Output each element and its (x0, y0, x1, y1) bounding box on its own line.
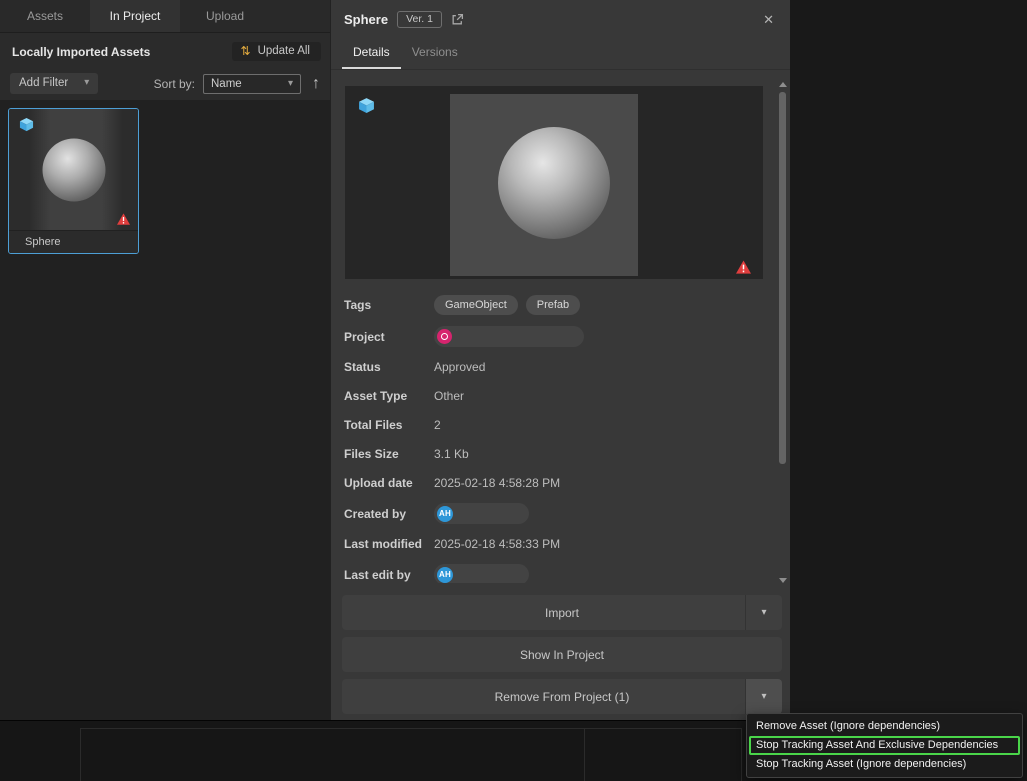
open-external-icon[interactable] (451, 13, 464, 26)
app-window: Assets In Project Upload Locally Importe… (0, 0, 1027, 781)
field-value: 2025-02-18 4:58:33 PM (434, 537, 560, 551)
project-pill (434, 326, 584, 347)
field-label: Upload date (344, 476, 434, 490)
details-scroll-area: Tags GameObject Prefab Project Status Ap… (342, 80, 766, 583)
section-title: Locally Imported Assets (12, 45, 150, 59)
field-status: Status Approved (344, 358, 764, 375)
tab-assets[interactable]: Assets (0, 0, 90, 32)
field-value: 2025-02-18 4:58:28 PM (434, 476, 560, 490)
field-value: 2 (434, 418, 441, 432)
user-pill: AH (434, 503, 529, 524)
field-label: Last modified (344, 537, 434, 551)
details-tab-bar: Details Versions (331, 37, 790, 70)
left-tab-bar: Assets In Project Upload (0, 0, 330, 33)
scrollbar[interactable] (778, 80, 788, 585)
prefab-cube-icon (19, 117, 34, 132)
asset-title: Sphere (344, 12, 388, 27)
field-last-edit-by: Last edit by AH (344, 564, 764, 583)
field-label: Asset Type (344, 389, 434, 403)
remove-from-project-button[interactable]: Remove From Project (1) ▾ (342, 679, 782, 714)
remove-from-project-label: Remove From Project (1) (495, 690, 630, 704)
background-table-outline (585, 728, 742, 781)
field-tags: Tags GameObject Prefab (344, 295, 764, 315)
field-value: 3.1 Kb (434, 447, 469, 461)
scrollbar-down-icon[interactable] (779, 578, 787, 583)
field-label: Tags (344, 298, 434, 312)
field-asset-type: Asset Type Other (344, 387, 764, 404)
field-created-by: Created by AH (344, 503, 764, 524)
tab-in-project[interactable]: In Project (90, 0, 180, 32)
field-value: Other (434, 389, 464, 403)
refresh-icon: ⇅ (241, 45, 251, 57)
avatar: AH (437, 506, 453, 522)
prefab-cube-icon (358, 97, 375, 114)
scrollbar-thumb[interactable] (779, 92, 786, 464)
remove-dropdown-caret[interactable]: ▾ (745, 679, 782, 714)
asset-preview (345, 86, 763, 279)
tag-pill: GameObject (434, 295, 518, 315)
asset-manager-left-panel: Assets In Project Upload Locally Importe… (0, 0, 330, 720)
field-total-files: Total Files 2 (344, 416, 764, 433)
asset-thumbnail (9, 109, 138, 230)
sort-field-value: Name (211, 78, 242, 90)
close-icon[interactable]: ✕ (763, 12, 774, 28)
avatar: AH (437, 567, 453, 583)
section-header: Locally Imported Assets ⇅ Update All (0, 33, 330, 66)
field-label: Files Size (344, 447, 434, 461)
field-label: Last edit by (344, 568, 434, 582)
sort-field-dropdown[interactable]: Name ▾ (203, 74, 301, 94)
add-filter-label: Add Filter (19, 77, 68, 89)
warning-icon (117, 213, 130, 225)
scrollbar-up-icon[interactable] (779, 82, 787, 87)
tab-details[interactable]: Details (342, 37, 401, 69)
asset-card-title: Sphere (9, 230, 138, 253)
import-button[interactable]: Import ▾ (342, 595, 782, 630)
field-last-modified: Last modified 2025-02-18 4:58:33 PM (344, 535, 764, 552)
field-label: Status (344, 360, 434, 374)
background-table-outline (80, 728, 585, 781)
menu-item-stop-tracking-exclusive[interactable]: Stop Tracking Asset And Exclusive Depend… (749, 736, 1020, 755)
warning-icon (736, 260, 751, 274)
sort-direction-button[interactable]: ↑ (312, 76, 320, 92)
field-label: Created by (344, 507, 434, 521)
show-in-project-button[interactable]: Show In Project (342, 637, 782, 672)
sphere-preview-small (42, 138, 105, 201)
menu-item-remove-asset[interactable]: Remove Asset (Ignore dependencies) (749, 717, 1020, 736)
show-in-project-label: Show In Project (520, 648, 604, 662)
project-icon (437, 329, 452, 344)
import-label: Import (545, 606, 579, 620)
background-bottom-strip (0, 720, 790, 781)
update-all-label: Update All (258, 45, 310, 57)
field-label: Project (344, 330, 434, 344)
update-all-button[interactable]: ⇅ Update All (232, 42, 322, 61)
user-pill: AH (434, 564, 529, 583)
asset-details-panel: Sphere Ver. 1 ✕ Details Versions (330, 0, 790, 720)
add-filter-button[interactable]: Add Filter ▾ (10, 73, 98, 94)
tab-upload[interactable]: Upload (180, 0, 270, 32)
asset-card-sphere[interactable]: Sphere (8, 108, 139, 254)
chevron-down-icon: ▾ (288, 79, 293, 89)
details-header: Sphere Ver. 1 ✕ (331, 0, 790, 33)
action-buttons: Import ▾ Show In Project Remove From Pro… (342, 595, 782, 721)
remove-options-context-menu: Remove Asset (Ignore dependencies) Stop … (746, 713, 1023, 778)
field-project: Project (344, 326, 764, 347)
menu-item-stop-tracking-ignore[interactable]: Stop Tracking Asset (Ignore dependencies… (749, 755, 1020, 774)
filter-row: Add Filter ▾ Sort by: Name ▾ ↑ (0, 66, 330, 104)
asset-grid: Sphere (0, 100, 330, 720)
field-label: Total Files (344, 418, 434, 432)
tab-versions[interactable]: Versions (401, 37, 469, 69)
version-badge: Ver. 1 (397, 11, 442, 28)
field-value: Approved (434, 360, 485, 374)
chevron-down-icon: ▾ (84, 78, 89, 88)
field-files-size: Files Size 3.1 Kb (344, 445, 764, 462)
import-dropdown-caret[interactable]: ▾ (745, 595, 782, 630)
field-upload-date: Upload date 2025-02-18 4:58:28 PM (344, 474, 764, 491)
sphere-preview-large (498, 127, 610, 239)
sort-by-label: Sort by: (154, 77, 195, 91)
editor-background (790, 0, 1027, 781)
tag-pill: Prefab (526, 295, 580, 315)
